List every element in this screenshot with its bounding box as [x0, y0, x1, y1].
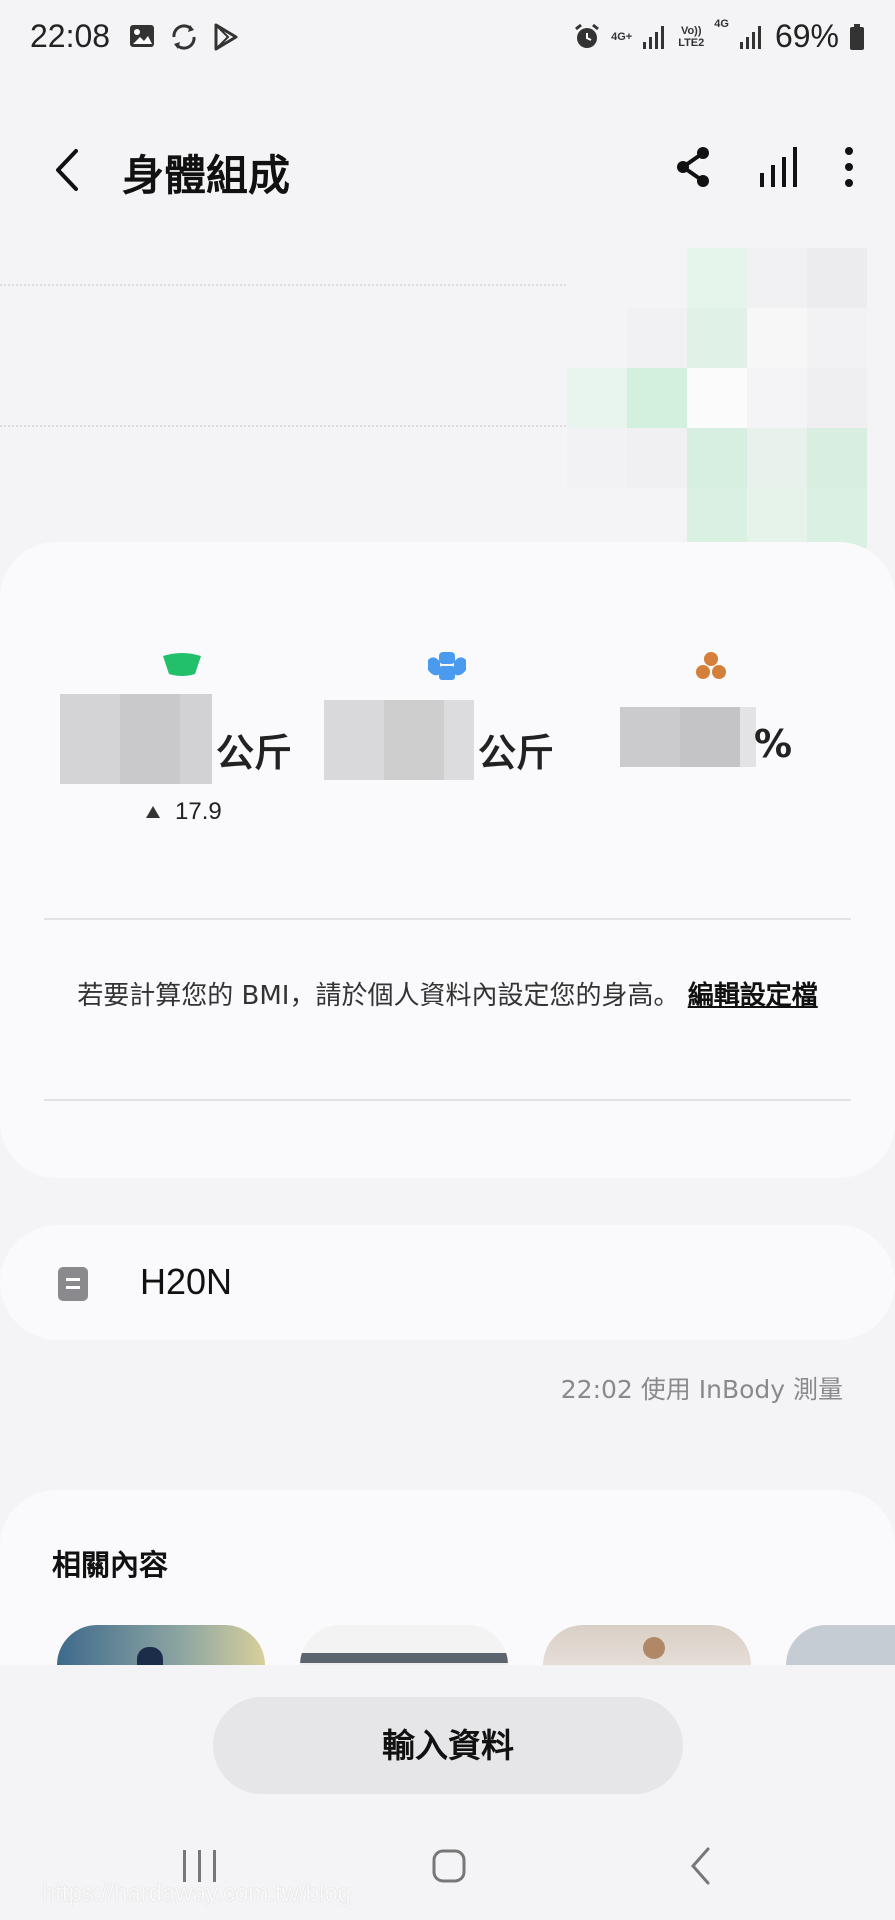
- edit-profile-link[interactable]: 編輯設定檔: [688, 981, 818, 1011]
- weight-change: 17.9: [145, 798, 222, 826]
- device-card[interactable]: H20N: [0, 1225, 895, 1340]
- divider-bottom: [44, 1099, 851, 1101]
- network-type-2: 4G: [714, 18, 729, 30]
- share-icon: [677, 147, 709, 187]
- related-content-title: 相關內容: [52, 1548, 169, 1582]
- related-thumbnail-2[interactable]: [300, 1625, 508, 1665]
- muscle-unit: 公斤: [478, 731, 555, 775]
- bar-chart-icon: [760, 147, 797, 187]
- device-icon: [58, 1267, 88, 1301]
- more-options-button[interactable]: [843, 145, 855, 193]
- network-type-1: 4G+: [611, 30, 633, 43]
- related-thumbnail-3[interactable]: [543, 1625, 751, 1665]
- back-button[interactable]: [48, 145, 88, 199]
- measurement-info: 22:02 使用 InBody 測量: [560, 1375, 843, 1404]
- fat-unit: %: [754, 722, 793, 766]
- divider-top: [44, 918, 851, 920]
- app-bar: 身體組成: [0, 120, 895, 220]
- metrics-card: 公斤 公斤 %: [0, 542, 895, 1178]
- signal-icon-2: [739, 25, 761, 49]
- pixelated-chart-image: [567, 248, 867, 548]
- weight-value-redacted: [60, 694, 212, 784]
- bmi-notice: 若要計算您的 BMI，請於個人資料內設定您的身高。 編輯設定檔: [60, 975, 835, 1017]
- more-vert-icon: [845, 147, 853, 187]
- back-icon: [690, 1847, 710, 1885]
- lte-label: LTE2: [678, 36, 705, 49]
- muscle-value-redacted: [324, 700, 474, 780]
- device-name: H20N: [140, 1261, 233, 1302]
- home-icon: [432, 1849, 466, 1883]
- sync-icon: [172, 24, 196, 50]
- gallery-icon: [130, 25, 154, 47]
- weight-change-value: 17.9: [175, 798, 222, 825]
- battery-percent: 69%: [774, 18, 839, 54]
- related-thumbnail-1[interactable]: [57, 1625, 265, 1665]
- alarm-icon: [575, 23, 600, 48]
- weight-chart[interactable]: [0, 240, 895, 548]
- status-time: 22:08: [30, 18, 111, 54]
- bmi-message: 若要計算您的 BMI，請於個人資料內設定您的身高。: [77, 981, 680, 1011]
- related-thumbnail-4[interactable]: [786, 1625, 895, 1665]
- system-back-button[interactable]: [688, 1846, 714, 1890]
- triangle-up-icon: [146, 806, 160, 818]
- status-bar: 22:08 4G+ Vo)) LTE2 4G 69%: [0, 0, 895, 80]
- signal-icon: [643, 25, 665, 49]
- share-button[interactable]: [673, 145, 713, 193]
- page-title: 身體組成: [122, 151, 291, 200]
- fat-value-redacted: [620, 707, 756, 767]
- muscle-icon: [428, 652, 466, 680]
- battery-icon: [850, 23, 864, 50]
- scale-icon: [163, 653, 201, 676]
- recents-icon: [183, 1850, 216, 1882]
- volte-label: Vo)): [680, 24, 702, 37]
- watermark: https://hardaway.com.tw/blog: [42, 1880, 352, 1907]
- input-data-button[interactable]: 輸入資料: [213, 1697, 683, 1794]
- related-content-card: 相關內容: [0, 1490, 895, 1665]
- trends-button[interactable]: [757, 145, 799, 193]
- home-button[interactable]: [431, 1848, 467, 1888]
- chevron-left-icon: [56, 149, 78, 191]
- body-fat-icon: [696, 652, 726, 679]
- weight-unit: 公斤: [216, 731, 293, 775]
- play-store-icon: [214, 23, 238, 51]
